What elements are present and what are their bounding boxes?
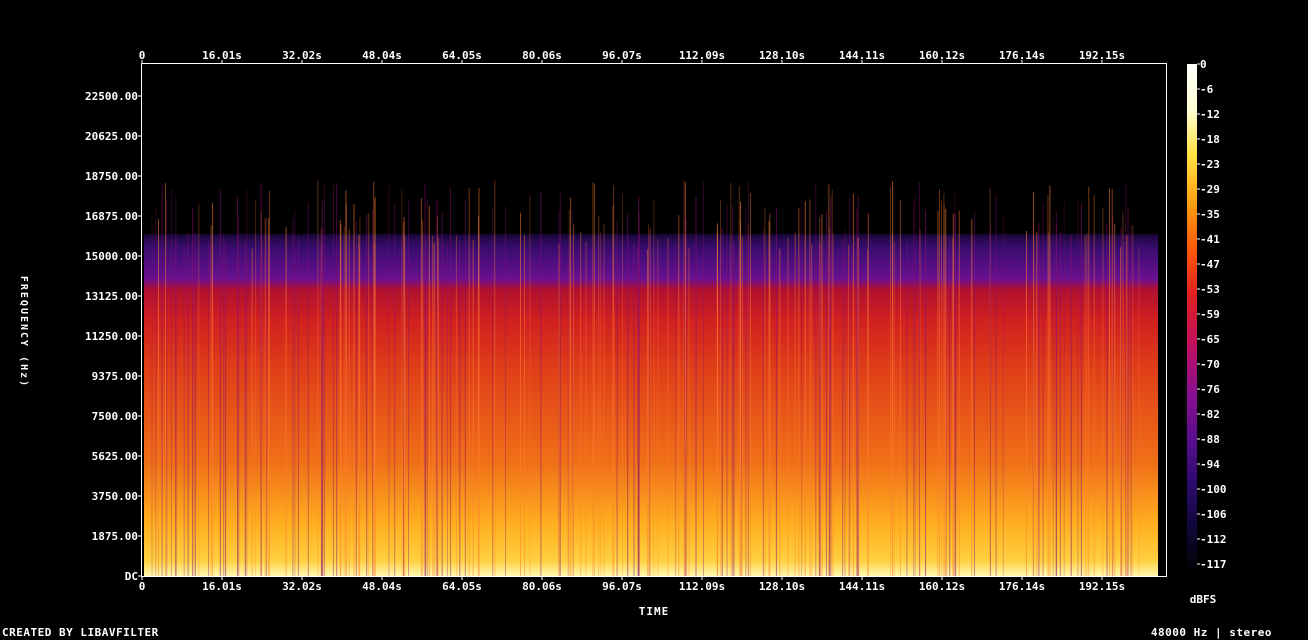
colorbar-tick-label: -100: [1200, 483, 1227, 496]
x-axis-top: 0 16.01s 32.02s 48.04s 64.05s 80.06s 96.07s 112…: [139, 49, 1125, 64]
x-tick-label-bottom: 144.11s: [839, 580, 885, 593]
y-tick-label: 13125.00: [85, 290, 138, 303]
x-tick-label-top: 80.06s: [522, 49, 562, 62]
y-tick-label: 5625.00: [92, 450, 138, 463]
colorbar-tick-label: -6: [1200, 83, 1214, 96]
x-tick-label-top: 144.11s: [839, 49, 885, 62]
y-tick-label: 1875.00: [92, 530, 138, 543]
colorbar-tick-label: -94: [1200, 458, 1220, 471]
spectrogram-chart: 0 16.01s 32.02s 48.04s 64.05s 80.06s 96.07s 112…: [18, 49, 1227, 618]
y-tick-label: 20625.00: [85, 130, 138, 143]
y-tick-label: 11250.00: [85, 330, 138, 343]
y-tick-label: 16875.00: [85, 210, 138, 223]
y-tick-label: 9375.00: [92, 370, 138, 383]
x-tick-label-bottom: 16.01s: [202, 580, 242, 593]
colorbar-tick-label: -47: [1200, 258, 1220, 271]
audio-info-label: 48000 Hz | stereo: [1150, 626, 1272, 639]
x-tick-label-bottom: 64.05s: [442, 580, 482, 593]
colorbar-ticks: 0 -6 -12 -18 -23 -29 -35 -41 -47 -53 -59 -65 -70 -76 -…: [1197, 58, 1227, 571]
x-tick-label-top: 32.02s: [282, 49, 322, 62]
x-tick-label-top: 48.04s: [362, 49, 402, 62]
x-tick-label-bottom: 0: [139, 580, 146, 593]
x-tick-label-top: 16.01s: [202, 49, 242, 62]
colorbar-tick-label: -12: [1200, 108, 1220, 121]
colorbar-tick-label: -65: [1200, 333, 1220, 346]
x-tick-label-top: 192.15s: [1079, 49, 1125, 62]
colorbar-tick-label: -23: [1200, 158, 1220, 171]
x-tick-label-top: 64.05s: [442, 49, 482, 62]
colorbar-tick-label: -29: [1200, 183, 1220, 196]
colorbar-tick-label: -117: [1200, 558, 1227, 571]
y-tick-label: DC: [125, 570, 138, 583]
x-tick-label-top: 176.14s: [999, 49, 1045, 62]
creator-label: CREATED BY LIBAVFILTER: [2, 626, 159, 639]
colorbar-tick-label: -82: [1200, 408, 1220, 421]
y-tick-label: 3750.00: [92, 490, 138, 503]
x-tick-label-top: 96.07s: [602, 49, 642, 62]
colorbar-tick-label: -35: [1200, 208, 1220, 221]
y-tick-label: 15000.00: [85, 250, 138, 263]
y-tick-label: 18750.00: [85, 170, 138, 183]
x-tick-label-top: 0: [139, 49, 146, 62]
x-tick-label-bottom: 32.02s: [282, 580, 322, 593]
x-tick-label-bottom: 160.12s: [919, 580, 965, 593]
colorbar-tick-label: -59: [1200, 308, 1220, 321]
x-tick-label-bottom: 192.15s: [1079, 580, 1125, 593]
x-tick-label-bottom: 176.14s: [999, 580, 1045, 593]
x-tick-label-top: 128.10s: [759, 49, 805, 62]
x-tick-label-bottom: 48.04s: [362, 580, 402, 593]
y-tick-label: 22500.00: [85, 90, 138, 103]
colorbar-tick-label: -70: [1200, 358, 1220, 371]
x-tick-label-bottom: 128.10s: [759, 580, 805, 593]
x-tick-label-bottom: 112.09s: [679, 580, 725, 593]
x-axis-bottom: 0 16.01s 32.02s 48.04s 64.05s 80.06s 96.07s 112…: [139, 576, 1125, 593]
colorbar-tick-label: -112: [1200, 533, 1227, 546]
colorbar-tick-label: -76: [1200, 383, 1220, 396]
colorbar: 0 -6 -12 -18 -23 -29 -35 -41 -47 -53 -59 -65 -70 -76 -…: [1187, 58, 1227, 606]
colorbar-tick-label: -41: [1200, 233, 1220, 246]
y-axis: DC 1875.00 3750.00 5625.00 7500.00 9375.00 112…: [85, 90, 142, 583]
colorbar-tick-label: -88: [1200, 433, 1220, 446]
colorbar-tick-label: -53: [1200, 283, 1220, 296]
spectrogram-fill: [144, 64, 1158, 576]
colorbar-tick-label: -18: [1200, 133, 1220, 146]
x-tick-label-top: 160.12s: [919, 49, 965, 62]
y-axis-label: FREQUENCY (Hz): [18, 276, 29, 388]
colorbar-gradient: [1187, 64, 1197, 576]
colorbar-tick-label: 0: [1200, 58, 1207, 71]
y-tick-label: 7500.00: [92, 410, 138, 423]
x-tick-label-bottom: 96.07s: [602, 580, 642, 593]
x-tick-label-top: 112.09s: [679, 49, 725, 62]
colorbar-tick-label: -106: [1200, 508, 1227, 521]
x-tick-label-bottom: 80.06s: [522, 580, 562, 593]
colorbar-label: dBFS: [1190, 593, 1217, 606]
x-axis-label: TIME: [639, 605, 670, 618]
spectrogram-plot: [141, 63, 1167, 577]
